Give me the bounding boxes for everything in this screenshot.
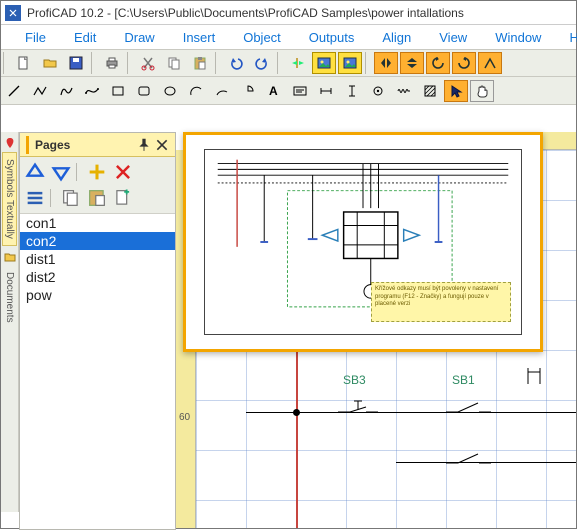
rotate-left-button[interactable]: [426, 52, 450, 74]
documents-tab-icon[interactable]: [3, 250, 17, 264]
curve-tool[interactable]: [54, 80, 78, 102]
title-bar: ProfiCAD 10.2 - [C:\Users\Public\Documen…: [1, 1, 576, 25]
page-item[interactable]: con2: [20, 232, 175, 250]
pin-icon[interactable]: [137, 138, 151, 152]
pages-panel-header: Pages: [20, 133, 175, 157]
page-item[interactable]: dist1: [20, 250, 175, 268]
symbol[interactable]: [522, 366, 552, 386]
switch-symbol[interactable]: [446, 395, 491, 425]
page-new-button[interactable]: [112, 187, 134, 209]
page-list-button[interactable]: [24, 187, 46, 209]
page-item[interactable]: dist2: [20, 268, 175, 286]
cut-button[interactable]: [136, 52, 160, 74]
window-title: ProfiCAD 10.2 - [C:\Users\Public\Documen…: [27, 6, 464, 20]
coil-tool[interactable]: [392, 80, 416, 102]
undo-button[interactable]: [224, 52, 248, 74]
flip-vertical-button[interactable]: [400, 52, 424, 74]
page-item[interactable]: pow: [20, 286, 175, 304]
dimension-v-tool[interactable]: [340, 80, 364, 102]
new-button[interactable]: [12, 52, 36, 74]
documents-tab[interactable]: Documents: [3, 266, 16, 329]
insert-image-button[interactable]: [312, 52, 336, 74]
menu-window[interactable]: Window: [481, 28, 555, 47]
main-toolbar: [1, 49, 576, 77]
hand-tool[interactable]: [470, 80, 494, 102]
arc-tool[interactable]: [184, 80, 208, 102]
pie-tool[interactable]: [236, 80, 260, 102]
rotate-right-button[interactable]: [452, 52, 476, 74]
round-rect-tool[interactable]: [132, 80, 156, 102]
component-label: SB1: [452, 373, 475, 387]
close-icon[interactable]: [155, 138, 169, 152]
preview-note: Křížové odkazy musí být povoleny v nasta…: [371, 282, 511, 322]
menu-outputs[interactable]: Outputs: [295, 28, 369, 47]
menu-draw[interactable]: Draw: [110, 28, 168, 47]
preview-frame: Křížové odkazy musí být povoleny v nasta…: [204, 149, 522, 335]
app-icon: [5, 5, 21, 21]
print-button[interactable]: [100, 52, 124, 74]
page-up-button[interactable]: [24, 161, 46, 183]
component-label: SB3: [343, 373, 366, 387]
dimension-h-tool[interactable]: [314, 80, 338, 102]
pushbutton-symbol[interactable]: [338, 395, 378, 425]
pointer-tool[interactable]: [444, 80, 468, 102]
symbols-textually-tab[interactable]: Symbols Textually: [2, 152, 17, 246]
page-delete-button[interactable]: [112, 161, 134, 183]
copy-button[interactable]: [162, 52, 186, 74]
switch-symbol[interactable]: [446, 446, 491, 476]
menu-file[interactable]: File: [11, 28, 60, 47]
page-down-button[interactable]: [50, 161, 72, 183]
menu-bar: File Edit Draw Insert Object Outputs Ali…: [1, 25, 576, 49]
menu-help[interactable]: He: [555, 28, 577, 47]
redo-button[interactable]: [250, 52, 274, 74]
ruler-tick: 60: [179, 412, 190, 423]
open-button[interactable]: [38, 52, 62, 74]
page-list: con1 con2 dist1 dist2 pow: [20, 214, 175, 304]
text-tool[interactable]: A: [262, 80, 286, 102]
page-preview-thumbnail: Křížové odkazy musí být povoleny v nasta…: [183, 132, 543, 352]
pages-panel-tools: [20, 157, 175, 214]
page-paste-button[interactable]: [86, 187, 108, 209]
ellipse-tool[interactable]: [158, 80, 182, 102]
page-item[interactable]: con1: [20, 214, 175, 232]
draw-toolbar: A: [1, 77, 576, 105]
wizard-button[interactable]: [286, 52, 310, 74]
pages-panel-title: Pages: [35, 138, 133, 152]
menu-insert[interactable]: Insert: [169, 28, 230, 47]
spline-tool[interactable]: [80, 80, 104, 102]
menu-object[interactable]: Object: [229, 28, 295, 47]
favorites-tab-icon[interactable]: [3, 136, 17, 150]
junction-node[interactable]: [293, 409, 300, 416]
page-add-button[interactable]: [86, 161, 108, 183]
polyline-tool[interactable]: [28, 80, 52, 102]
svg-text:A: A: [269, 84, 278, 98]
insert-image-2-button[interactable]: [338, 52, 362, 74]
menu-view[interactable]: View: [425, 28, 481, 47]
arc-2-tool[interactable]: [210, 80, 234, 102]
flip-horizontal-button[interactable]: [374, 52, 398, 74]
hatch-tool[interactable]: [418, 80, 442, 102]
save-button[interactable]: [64, 52, 88, 74]
rotate-more-button[interactable]: [478, 52, 502, 74]
page-copy-button[interactable]: [60, 187, 82, 209]
pages-panel: Pages con1 con2 dist1 dist2 pow: [19, 132, 176, 530]
line-tool[interactable]: [2, 80, 26, 102]
menu-align[interactable]: Align: [368, 28, 425, 47]
side-tab-strip: Symbols Textually Documents: [1, 132, 19, 512]
menu-edit[interactable]: Edit: [60, 28, 110, 47]
snap-tool[interactable]: [366, 80, 390, 102]
paste-button[interactable]: [188, 52, 212, 74]
rect-tool[interactable]: [106, 80, 130, 102]
textbox-tool[interactable]: [288, 80, 312, 102]
